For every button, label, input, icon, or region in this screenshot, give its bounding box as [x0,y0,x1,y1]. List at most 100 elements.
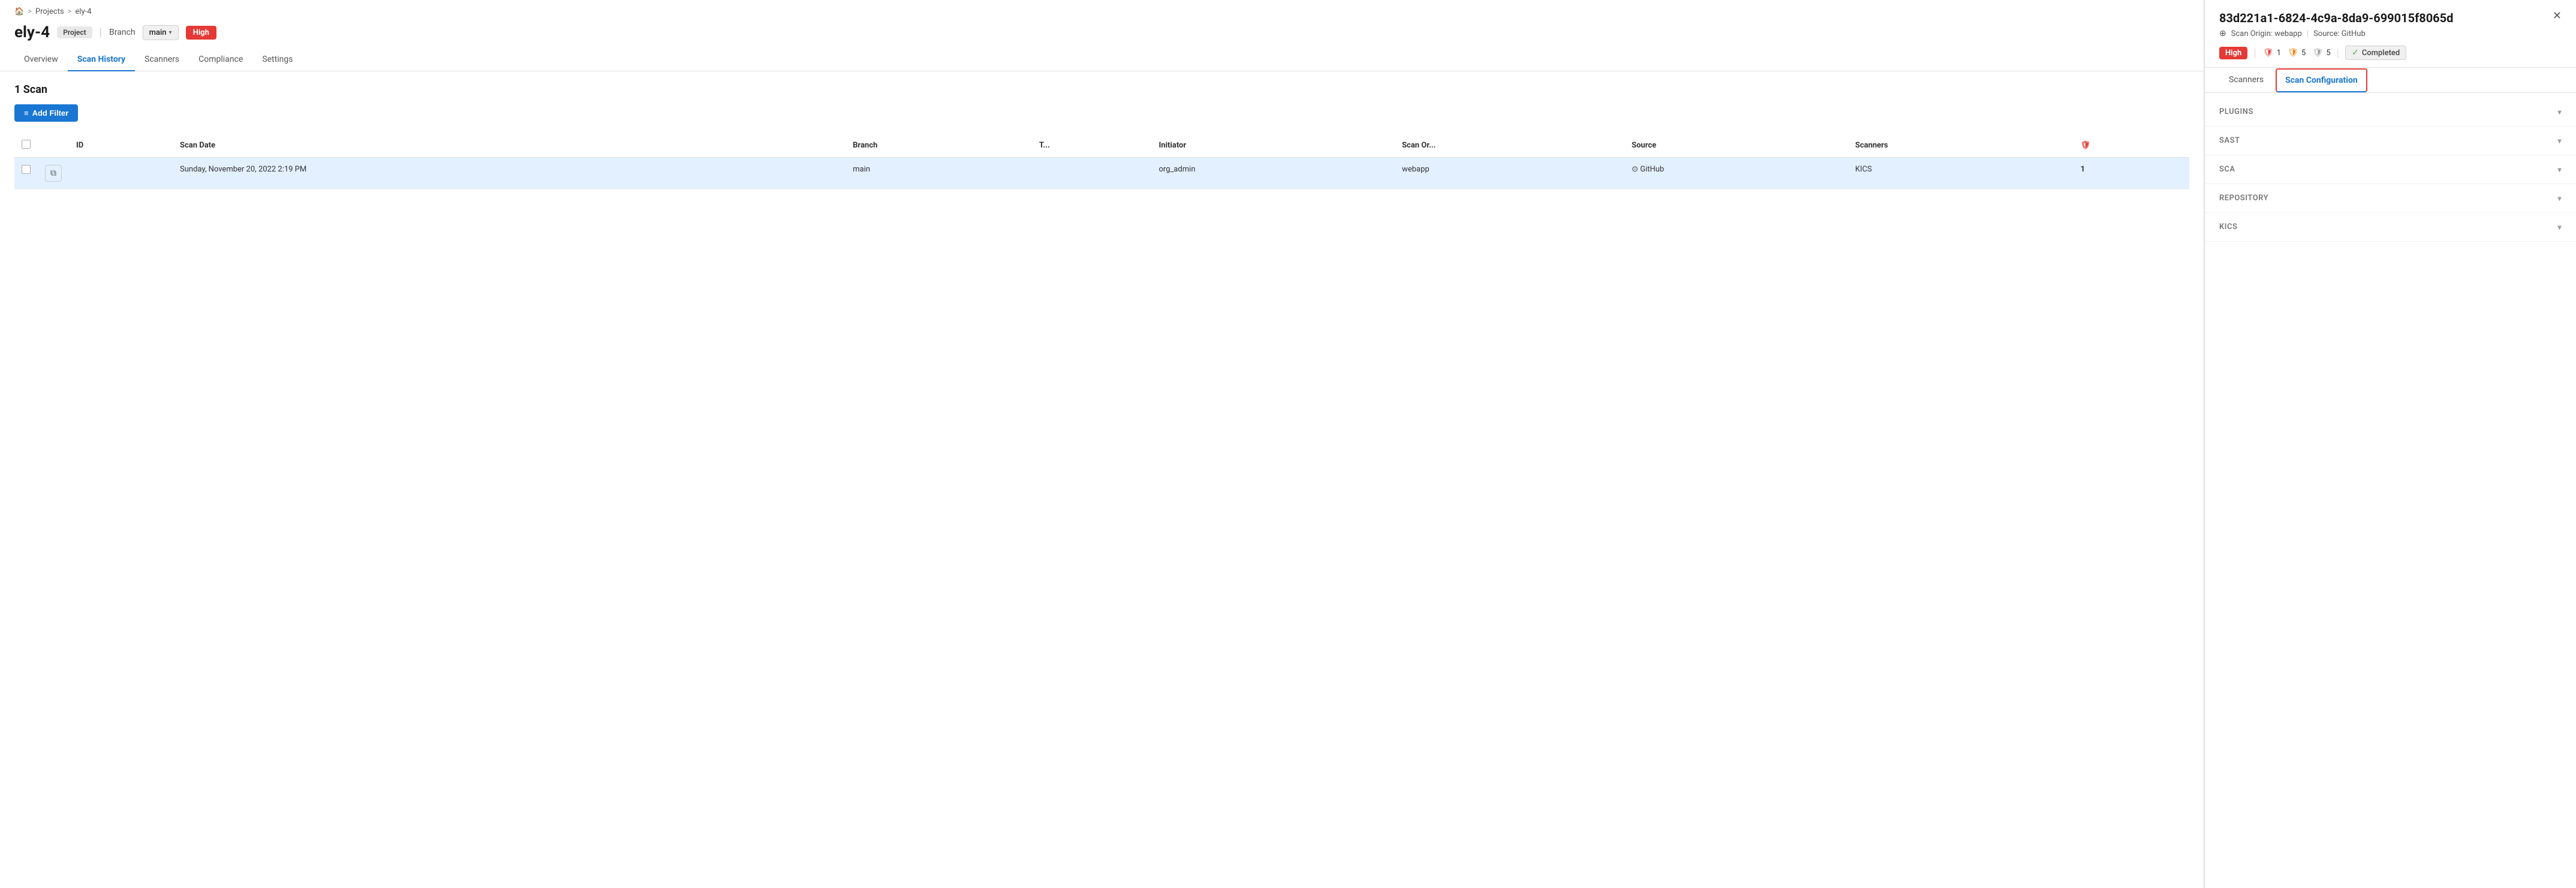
row-scan-origin: webapp [1395,158,1624,189]
branch-value: main [149,28,167,37]
th-severity: 🛡 [2074,134,2189,158]
accordion-repository-label: REPOSITORY [2219,194,2268,203]
accordion-sast-header[interactable]: SAST ▾ [2205,127,2576,155]
medium-count: 5 [2326,49,2330,58]
tab-settings[interactable]: Settings [252,49,302,71]
row-scanners: KICS [1848,158,2074,189]
scan-id: 83d221a1-6824-4c9a-8da9-699015f8065d [2219,11,2562,25]
accordion-kics-label: KICS [2219,222,2237,231]
th-type: T... [1032,134,1151,158]
table-row[interactable]: ⧉ Sunday, November 20, 2022 2:19 PM main… [14,158,2189,189]
accordion-sca-label: SCA [2219,165,2235,174]
inner-tabs: Scanners Scan Configuration [2205,68,2576,93]
close-button[interactable]: ✕ [2553,10,2562,22]
accordion-plugins-label: PLUGINS [2219,107,2253,116]
stat-sep-2: | [2337,47,2339,59]
check-icon: ✓ [2352,48,2359,58]
accordion-sca: SCA ▾ [2205,155,2576,184]
tab-compliance[interactable]: Compliance [189,49,252,71]
th-checkbox [14,134,38,158]
tab-scanners[interactable]: Scanners [135,49,189,71]
scan-count: 1 Scan [14,83,2189,96]
th-branch: Branch [845,134,1032,158]
tab-scan-history[interactable]: Scan History [68,49,135,71]
th-id: ID [69,134,173,158]
main-tabs: Overview Scan History Scanners Complianc… [0,49,2204,71]
shield-gray-icon: 🛡 [2312,47,2324,59]
tab-scan-configuration[interactable]: Scan Configuration [2276,68,2367,92]
severity-high-badge: High [2219,47,2247,59]
row-source-text: GitHub [1640,165,1664,174]
breadcrumb-sep-1: > [28,7,32,16]
accordion-repository-header[interactable]: REPOSITORY ▾ [2205,184,2576,212]
stat-high: 🛡 5 [2287,47,2306,59]
scan-origin-label: Scan Origin: webapp [2231,29,2302,38]
chevron-down-icon: ▾ [169,29,172,36]
header-separator: | [100,26,102,39]
high-count: 5 [2301,49,2306,58]
branch-selector[interactable]: main ▾ [143,25,179,40]
filter-icon: ≡ [24,109,29,118]
th-icon [38,134,69,158]
add-filter-label: Add Filter [32,109,69,118]
github-icon: ⊙ [1632,165,1640,174]
chevron-plugins-icon: ▾ [2557,108,2562,116]
th-scanners: Scanners [1848,134,2074,158]
shield-orange-icon: 🛡 [2287,47,2299,59]
tab-overview[interactable]: Overview [14,49,68,71]
globe-icon: ⊕ [2219,29,2226,38]
page-header: ely-4 Project | Branch main ▾ High [0,21,2204,49]
tab-scanners-inner[interactable]: Scanners [2219,68,2273,93]
breadcrumb-project-name[interactable]: ely-4 [75,7,91,16]
row-source: ⊙ GitHub [1624,158,1848,189]
left-panel: 🏠 > Projects > ely-4 ely-4 Project | Bra… [0,0,2204,888]
home-icon[interactable]: 🏠 [14,7,24,16]
accordion-list: PLUGINS ▾ SAST ▾ SCA ▾ REPOSITORY ▾ [2205,93,2576,888]
th-scan-origin: Scan Or... [1395,134,1624,158]
row-scan-date: Sunday, November 20, 2022 2:19 PM [173,158,845,189]
chevron-kics-icon: ▾ [2557,223,2562,231]
row-branch: main [845,158,1032,189]
breadcrumb-projects[interactable]: Projects [35,7,64,16]
scan-table: ID Scan Date Branch T... Initiator Scan … [14,134,2189,189]
severity-badge: High [186,26,216,40]
accordion-sast-label: SAST [2219,136,2240,145]
accordion-plugins: PLUGINS ▾ [2205,98,2576,127]
row-id [69,158,173,189]
status-badge: ✓ Completed [2345,46,2406,60]
row-severity-count: 1 [2074,158,2189,189]
scan-origin-row: ⊕ Scan Origin: webapp | Source: GitHub [2219,29,2562,38]
accordion-kics: KICS ▾ [2205,213,2576,242]
right-panel-header: ✕ 83d221a1-6824-4c9a-8da9-699015f8065d ⊕… [2205,0,2576,68]
add-filter-button[interactable]: ≡ Add Filter [14,104,78,122]
stat-critical: 🛡 1 [2262,47,2281,59]
row-type [1032,158,1151,189]
th-source: Source [1624,134,1848,158]
scan-source-label: Source: GitHub [2313,29,2366,38]
branch-label: Branch [109,28,136,37]
breadcrumb-sep-2: > [68,7,72,16]
chevron-sca-icon: ▾ [2557,165,2562,174]
accordion-sca-header[interactable]: SCA ▾ [2205,155,2576,183]
project-badge: Project [57,26,92,38]
accordion-repository: REPOSITORY ▾ [2205,184,2576,213]
row-initiator: org_admin [1152,158,1395,189]
th-initiator: Initiator [1152,134,1395,158]
status-label: Completed [2362,49,2400,58]
origin-separator: | [2307,29,2309,38]
th-scan-date: Scan Date [173,134,845,158]
stat-sep-1: | [2253,47,2256,59]
row-checkbox[interactable] [22,165,31,174]
accordion-plugins-header[interactable]: PLUGINS ▾ [2205,98,2576,126]
main-content: 1 Scan ≡ Add Filter ID Scan Date Branch … [0,71,2204,888]
accordion-kics-header[interactable]: KICS ▾ [2205,213,2576,241]
select-all-checkbox[interactable] [22,140,31,149]
shield-red-icon: 🛡 [2262,47,2274,59]
right-panel: ✕ 83d221a1-6824-4c9a-8da9-699015f8065d ⊕… [2204,0,2576,888]
accordion-sast: SAST ▾ [2205,127,2576,155]
critical-count: 1 [2277,49,2281,58]
stats-row: High | 🛡 1 🛡 5 🛡 5 | ✓ Completed [2219,46,2562,60]
page-title: ely-4 [14,23,50,41]
chevron-repository-icon: ▾ [2557,194,2562,203]
copy-icon[interactable]: ⧉ [45,165,62,182]
